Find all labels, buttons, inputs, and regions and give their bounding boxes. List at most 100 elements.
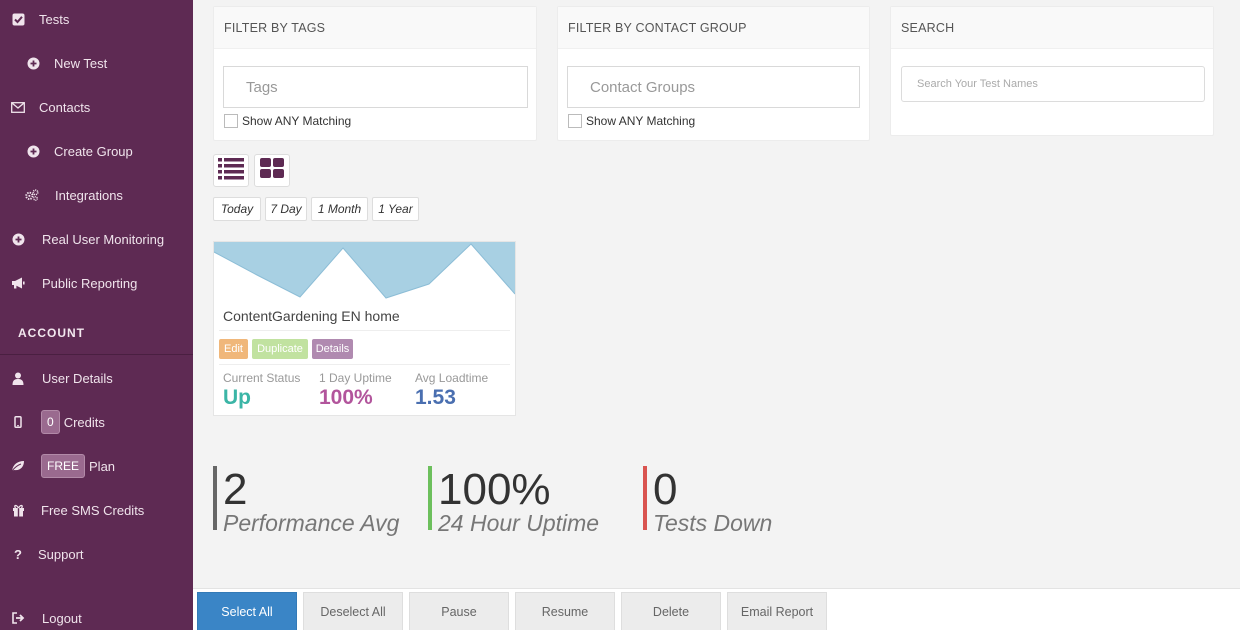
sign-out-icon — [11, 611, 25, 625]
sidebar-item-label: Real User Monitoring — [42, 231, 165, 247]
checkbox[interactable] — [568, 114, 582, 128]
sidebar-item-label: Credits — [63, 414, 105, 430]
range-1month-button[interactable]: 1 Month — [311, 197, 368, 221]
sidebar: Tests New Test Contacts Create Group Int… — [0, 0, 193, 630]
sidebar-item-label: New Test — [54, 55, 108, 71]
test-card: ContentGardening EN home Edit Duplicate … — [213, 241, 516, 416]
sidebar-item-free-sms-credits[interactable]: Free SMS Credits — [11, 498, 144, 522]
pause-button[interactable]: Pause — [409, 592, 509, 630]
summary-bar — [213, 466, 217, 530]
loadtime-sparkline — [214, 242, 515, 299]
sidebar-item-label: User Details — [42, 370, 113, 386]
range-1year-button[interactable]: 1 Year — [372, 197, 419, 221]
panel-title: FILTER BY CONTACT GROUP — [558, 7, 869, 49]
divider — [219, 330, 510, 331]
range-today-button[interactable]: Today — [213, 197, 261, 221]
current-status-label: Current Status — [223, 371, 301, 385]
sidebar-item-create-group[interactable]: Create Group — [26, 139, 133, 163]
bullhorn-icon — [11, 276, 25, 290]
sidebar-item-label: Plan — [89, 458, 116, 474]
list-icon — [217, 156, 245, 185]
delete-button[interactable]: Delete — [621, 592, 721, 630]
sidebar-item-label: Logout — [42, 610, 82, 626]
sidebar-item-logout[interactable]: Logout — [11, 606, 82, 630]
summary-bar — [643, 466, 647, 530]
sidebar-item-public-reporting[interactable]: Public Reporting — [11, 271, 137, 295]
checkbox[interactable] — [224, 114, 238, 128]
current-status-value: Up — [223, 386, 251, 409]
summary-performance: 2 Performance Avg — [213, 465, 399, 535]
credits-badge: 0 — [41, 410, 60, 434]
check-square-icon — [11, 12, 25, 26]
user-icon — [11, 371, 25, 385]
email-report-button[interactable]: Email Report — [727, 592, 827, 630]
tags-input[interactable]: Tags — [223, 66, 528, 108]
question-icon: ? — [14, 546, 22, 562]
sidebar-item-new-test[interactable]: New Test — [26, 51, 107, 75]
leaf-icon — [11, 459, 25, 473]
sidebar-item-contacts[interactable]: Contacts — [11, 95, 90, 119]
uptime-value: 100% — [319, 386, 373, 409]
list-view-button[interactable] — [213, 154, 249, 187]
plus-circle-icon — [26, 144, 40, 158]
uptime-label: 1 Day Uptime — [319, 371, 392, 385]
test-name[interactable]: ContentGardening EN home — [223, 308, 400, 324]
sidebar-item-label: Public Reporting — [42, 275, 138, 291]
search-panel: SEARCH Search Your Test Names — [890, 6, 1214, 136]
avg-loadtime-value: 1.53 — [415, 386, 456, 409]
gears-icon — [25, 188, 39, 202]
bulk-action-bar: Select All Deselect All Pause Resume Del… — [193, 588, 1240, 630]
plus-circle-icon — [11, 232, 25, 246]
account-section-label: ACCOUNT — [18, 326, 85, 340]
summary-value: 2 — [223, 465, 248, 514]
summary-tests-down: 0 Tests Down — [643, 465, 772, 535]
summary-bar — [428, 466, 432, 530]
duplicate-button[interactable]: Duplicate — [252, 339, 308, 359]
panel-title: FILTER BY TAGS — [214, 7, 536, 49]
plan-badge: FREE — [41, 454, 86, 478]
filter-tags-panel: FILTER BY TAGS Tags Show ANY Matching — [213, 6, 537, 141]
sidebar-item-tests[interactable]: Tests — [11, 7, 69, 31]
sidebar-item-credits[interactable]: 0 Credits — [11, 410, 105, 434]
sidebar-item-label: Free SMS Credits — [41, 502, 145, 518]
summary-label: Performance Avg — [223, 510, 400, 536]
grid-view-button[interactable] — [254, 154, 290, 187]
filter-contact-group-panel: FILTER BY CONTACT GROUP Contact Groups S… — [557, 6, 870, 141]
grid-icon — [259, 157, 285, 184]
search-input[interactable]: Search Your Test Names — [901, 66, 1205, 102]
gift-icon — [11, 503, 25, 517]
summary-value: 100% — [438, 465, 551, 514]
avg-loadtime-label: Avg Loadtime — [415, 371, 489, 385]
resume-button[interactable]: Resume — [515, 592, 615, 630]
contact-groups-input[interactable]: Contact Groups — [567, 66, 860, 108]
sidebar-item-plan[interactable]: FREE Plan — [11, 454, 115, 478]
panel-title: SEARCH — [891, 7, 1213, 49]
sidebar-item-label: Support — [38, 546, 84, 562]
summary-label: Tests Down — [653, 510, 773, 536]
show-any-matching-groups[interactable]: Show ANY Matching — [568, 114, 695, 128]
summary-value: 0 — [653, 465, 678, 514]
plus-circle-icon — [26, 56, 40, 70]
checkbox-label: Show ANY Matching — [242, 114, 352, 128]
deselect-all-button[interactable]: Deselect All — [303, 592, 403, 630]
summary-label: 24 Hour Uptime — [438, 510, 600, 536]
edit-button[interactable]: Edit — [219, 339, 248, 359]
select-all-button[interactable]: Select All — [197, 592, 297, 630]
mobile-icon — [11, 415, 25, 429]
range-7day-button[interactable]: 7 Day — [265, 197, 307, 221]
sparkline-area — [214, 242, 515, 298]
summary-uptime: 100% 24 Hour Uptime — [428, 465, 599, 535]
sidebar-item-label: Create Group — [54, 143, 133, 159]
show-any-matching-tags[interactable]: Show ANY Matching — [224, 114, 351, 128]
divider — [0, 354, 193, 355]
sidebar-item-user-details[interactable]: User Details — [11, 366, 113, 390]
sidebar-item-label: Tests — [39, 11, 70, 27]
sidebar-item-label: Contacts — [39, 99, 91, 115]
sidebar-item-integrations[interactable]: Integrations — [25, 183, 123, 207]
sidebar-item-real-user-monitoring[interactable]: Real User Monitoring — [11, 227, 164, 251]
divider — [219, 364, 510, 365]
sidebar-item-label: Integrations — [55, 187, 123, 203]
sidebar-item-support[interactable]: ? Support — [11, 542, 84, 566]
checkbox-label: Show ANY Matching — [586, 114, 696, 128]
details-button[interactable]: Details — [312, 339, 353, 359]
